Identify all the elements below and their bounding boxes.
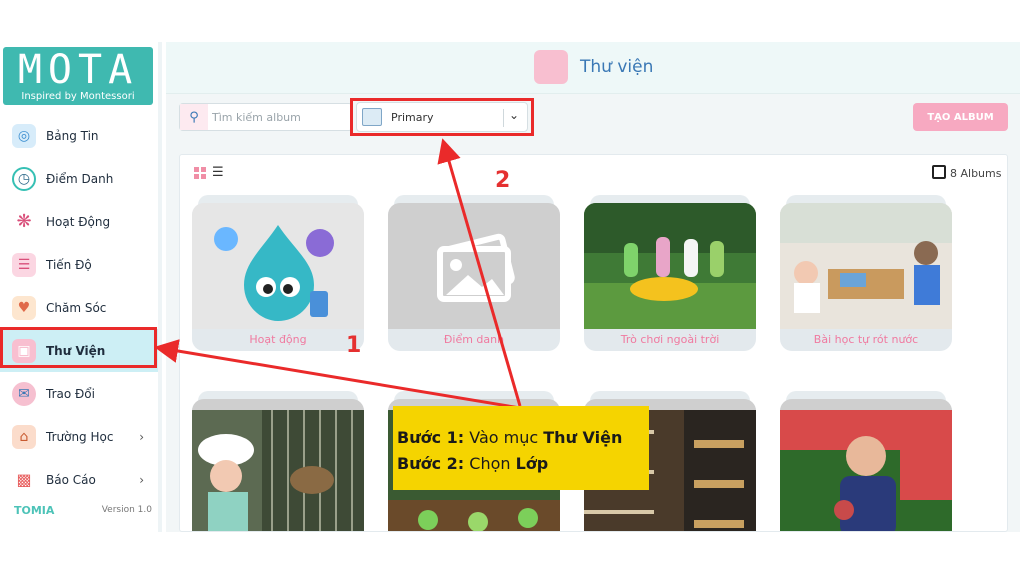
card-face: Điểm danh [388,203,560,351]
app-root: MOTA Inspired by Montessori ◎ Bảng Tin ◷… [0,0,1020,574]
album-caption: Hoạt động [249,333,307,346]
sidebar-item-label: Báo Cáo [46,472,96,487]
step1-target: Thư Viện [543,428,623,447]
page-title: Thư viện [580,57,654,77]
book-icon: ☰ [12,252,36,277]
logo-title: MOTA [17,47,139,93]
mascot-thumbnail [192,203,364,329]
globe-icon: ◎ [12,123,36,148]
instruction-step-2: Bước 2: Chọn Lớp [397,454,548,473]
sidebar-footer: TOMIA Version 1.0 [0,502,158,522]
album-count: 8 Albums [950,167,1002,180]
sidebar: MOTA Inspired by Montessori ◎ Bảng Tin ◷… [0,42,162,532]
sidebar-item-bang-tin[interactable]: ◎ Bảng Tin [0,114,158,157]
mota-logo[interactable]: MOTA Inspired by Montessori [3,47,153,105]
sidebar-nav: ◎ Bảng Tin ◷ Điểm Danh ❋ Hoạt Động ☰ Tiế… [0,114,158,501]
sidebar-item-label: Điểm Danh [46,171,114,186]
library-icon [534,50,568,84]
page-header: Thư viện [166,42,1020,94]
sidebar-item-label: Trao Đổi [46,386,95,401]
search-input[interactable] [212,108,348,126]
image-placeholder-icon [388,203,560,329]
image-icon [932,165,946,179]
feeding-animals-photo [192,399,364,531]
instruction-step-1: Bước 1: Vào mục Thư Viện [397,428,622,447]
sidebar-item-label: Chăm Sóc [46,300,107,315]
card-face: Hoạt động [192,203,364,351]
chevron-right-icon: › [139,429,144,444]
sidebar-item-tien-do[interactable]: ☰ Tiến Độ [0,243,158,286]
chevron-right-icon: › [139,472,144,487]
card-face [192,399,364,531]
version-label: Version 1.0 [101,505,152,515]
sidebar-item-bao-cao[interactable]: ▩ Báo Cáo › [0,458,158,501]
sidebar-item-label: Trường Học [46,429,114,444]
list-view-icon[interactable]: ☰ [212,166,224,180]
album-card[interactable]: Bài học tự rót nước [780,195,952,351]
album-card[interactable]: Hoạt động [192,195,364,351]
album-caption: Trò chơi ngoài trời [620,333,720,346]
sidebar-item-label: Tiến Độ [46,257,92,272]
sidebar-item-hoat-dong[interactable]: ❋ Hoạt Động [0,200,158,243]
highlight-box-class-select [350,98,534,136]
card-face: Bài học tự rót nước [780,203,952,351]
sidebar-item-label: Bảng Tin [46,128,99,143]
search-icon: ⚲ [180,104,208,130]
album-card[interactable]: Điểm danh [388,195,560,351]
instruction-note: Bước 1: Vào mục Thư Viện Bước 2: Chọn Lớ… [393,406,649,490]
hand-heart-icon: ♥ [12,295,36,320]
step1-prefix: Bước 1: [397,428,465,447]
chat-icon: ✉ [12,381,36,406]
outdoor-kids-photo [584,203,756,329]
highlight-box-library [0,327,157,368]
step-marker-1: 1 [346,333,362,358]
boy-playing-photo [780,399,952,531]
create-album-button[interactable]: TẠO ALBUM [913,103,1008,131]
album-card[interactable] [192,391,364,531]
search-box: ⚲ [179,103,353,131]
grid-view-icon[interactable] [194,167,206,179]
album-card[interactable]: Trò chơi ngoài trời [584,195,756,351]
sidebar-item-trao-doi[interactable]: ✉ Trao Đổi [0,372,158,415]
sidebar-item-cham-soc[interactable]: ♥ Chăm Sóc [0,286,158,329]
card-face [780,399,952,531]
logo-subtitle: Inspired by Montessori [21,91,135,102]
step-marker-2: 2 [495,168,511,193]
chart-icon: ▩ [16,470,32,489]
card-face: Trò chơi ngoài trời [584,203,756,351]
album-caption: Bài học tự rót nước [813,333,919,346]
album-card[interactable] [780,391,952,531]
album-caption: Điểm danh [443,333,505,346]
sidebar-item-truong-hoc[interactable]: ⌂ Trường Học › [0,415,158,458]
clock-icon: ◷ [12,166,36,191]
classroom-photo [780,203,952,329]
step2-prefix: Bước 2: [397,454,465,473]
school-icon: ⌂ [12,424,36,449]
sidebar-item-diem-danh[interactable]: ◷ Điểm Danh [0,157,158,200]
atom-icon: ❋ [16,211,32,232]
step2-text: Chọn [469,454,511,473]
tomia-brand: TOMIA [14,504,55,517]
sidebar-item-label: Hoạt Động [46,214,111,229]
step2-target: Lớp [515,454,549,473]
step1-text: Vào mục [469,428,539,447]
